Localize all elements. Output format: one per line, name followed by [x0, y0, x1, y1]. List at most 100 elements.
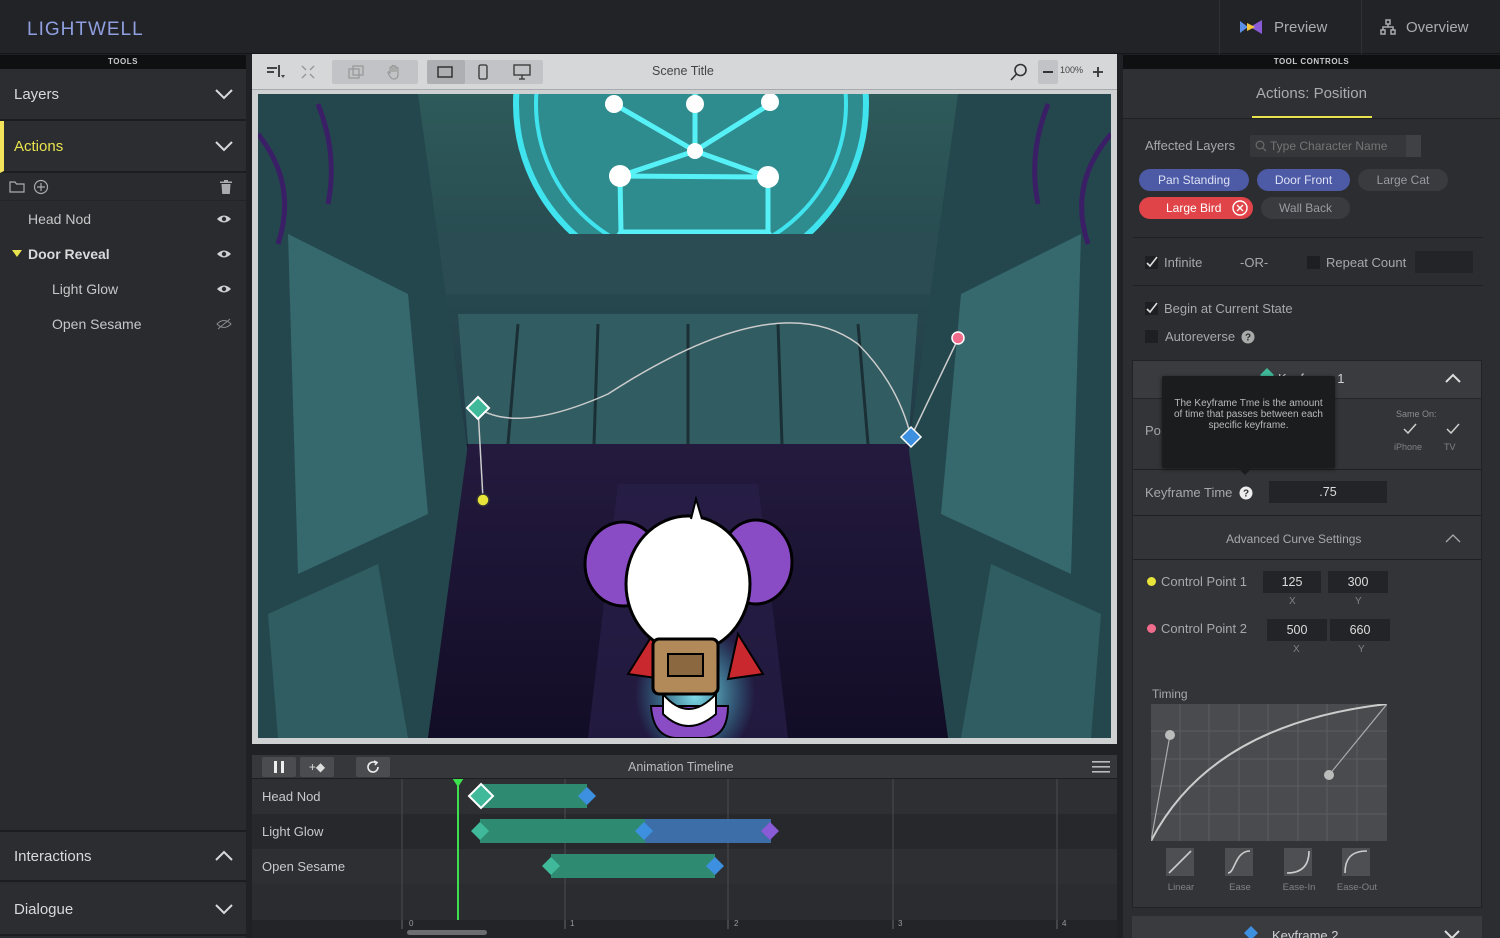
layer-chip[interactable]: Wall Back — [1261, 197, 1350, 219]
character-search-field[interactable] — [1250, 135, 1421, 157]
preset-label: Ease — [1229, 882, 1251, 893]
svg-text:?: ? — [1245, 333, 1251, 344]
action-item-content: Head Nod — [28, 211, 91, 227]
infinite-label: Infinite — [1164, 255, 1203, 270]
remove-icon[interactable] — [1232, 200, 1248, 216]
menu-icon[interactable] — [1092, 761, 1110, 773]
infinite-checkbox[interactable] — [1145, 256, 1158, 269]
autoreverse-checkbox[interactable] — [1145, 330, 1158, 343]
eye-off-icon[interactable] — [216, 318, 232, 330]
layer-chip-selected[interactable]: Large Bird — [1139, 197, 1253, 219]
cp2-y-input[interactable]: 660 — [1330, 619, 1390, 641]
or-label: -OR- — [1240, 255, 1269, 270]
tick-label: 3 — [898, 919, 903, 928]
pause-button[interactable] — [262, 757, 296, 777]
actions-section-header[interactable]: Actions — [0, 121, 246, 173]
chevron-up-icon[interactable] — [1445, 533, 1461, 543]
action-item-label: Head Nod — [28, 210, 92, 227]
preview-icon — [1238, 17, 1264, 37]
same-on-label: Same On: — [1396, 409, 1437, 419]
linear-preset-button[interactable] — [1166, 848, 1194, 876]
stepper-icon[interactable] — [1406, 135, 1421, 157]
keyframe-time-tooltip: The Keyframe Tme is the amount of time t… — [1162, 376, 1335, 475]
overview-button[interactable]: Overview — [1361, 0, 1500, 54]
dialogue-section-header[interactable]: Dialogue — [0, 884, 246, 936]
panel-title: Actions: Position — [1256, 85, 1367, 102]
actions-toolbar — [0, 173, 246, 201]
keyframe-time-input[interactable]: .75 — [1269, 481, 1387, 503]
timeline-title: Animation Timeline — [628, 760, 734, 774]
begin-current-checkbox[interactable] — [1145, 302, 1158, 315]
chevron-up-icon[interactable] — [1445, 373, 1461, 383]
cp1-y-input[interactable]: 300 — [1328, 571, 1388, 593]
repeat-count-input[interactable] — [1415, 251, 1473, 273]
scene-title: Scene Title — [652, 64, 714, 78]
preview-button[interactable]: Preview — [1219, 0, 1360, 54]
phone-icon[interactable] — [478, 64, 488, 80]
cp1-x-input[interactable]: 125 — [1263, 571, 1321, 593]
preset-label: Linear — [1167, 882, 1195, 893]
actions-section-label: Actions — [14, 137, 64, 155]
align-menu-button[interactable] — [260, 60, 290, 84]
add-keyframe-button[interactable]: +◆ — [300, 757, 334, 777]
keyframe-2-header[interactable]: Keyframe 2 — [1132, 916, 1482, 938]
zoom-in-button[interactable] — [1088, 60, 1108, 84]
tick-label: 1 — [570, 919, 575, 928]
tool-controls-panel: TOOL CONTROLS Actions: Position Affected… — [1123, 55, 1500, 938]
layer-chip[interactable]: Pan Standing — [1139, 169, 1249, 191]
divider — [1133, 285, 1483, 286]
help-icon[interactable]: ? — [1239, 486, 1253, 500]
control-point-2-dot — [1147, 624, 1156, 633]
repeat-count-checkbox[interactable] — [1307, 256, 1320, 269]
chevron-down-icon — [214, 88, 234, 100]
cp2-x-input[interactable]: 500 — [1267, 619, 1327, 641]
interactions-section-header[interactable]: Interactions — [0, 830, 246, 882]
search-icon[interactable] — [1010, 63, 1028, 81]
add-action-icon[interactable] — [33, 179, 49, 195]
action-item[interactable]: Head Nod — [0, 201, 246, 236]
monitor-icon[interactable] — [513, 64, 531, 80]
ease-preset-button[interactable] — [1225, 848, 1253, 876]
zoom-out-button[interactable] — [1038, 60, 1058, 84]
check-icon[interactable] — [1446, 423, 1460, 435]
tools-header: TOOLS — [0, 55, 246, 69]
action-item[interactable]: Door Reveal — [0, 236, 246, 271]
action-item[interactable]: Light Glow — [0, 271, 246, 306]
action-item-content: Open Sesame — [52, 316, 142, 332]
action-item[interactable]: Open Sesame — [0, 306, 246, 341]
timing-curve-editor[interactable] — [1151, 704, 1387, 841]
chevron-down-icon[interactable] — [1444, 930, 1460, 938]
layers-copy-icon[interactable] — [348, 65, 364, 79]
layer-chip[interactable]: Large Cat — [1358, 169, 1448, 191]
eye-icon[interactable] — [216, 214, 232, 224]
character-search-input[interactable] — [1270, 138, 1400, 154]
chevron-up-icon — [214, 850, 234, 862]
layer-chip[interactable]: Door Front — [1257, 169, 1350, 191]
check-icon[interactable] — [1403, 423, 1417, 435]
top-bar: LIGHTWELL Preview Overview — [0, 0, 1500, 54]
x-axis-label: X — [1293, 644, 1300, 655]
ease-out-preset-button[interactable] — [1342, 848, 1370, 876]
fit-button[interactable] — [296, 60, 320, 84]
trash-icon[interactable] — [220, 179, 232, 194]
hand-icon[interactable] — [386, 64, 402, 80]
x-axis-label: X — [1289, 596, 1296, 607]
loop-button[interactable] — [356, 757, 390, 777]
scene-preview[interactable] — [258, 94, 1111, 738]
layers-section-header[interactable]: Layers — [0, 69, 246, 121]
ease-in-preset-button[interactable] — [1284, 848, 1312, 876]
refresh-icon — [366, 760, 380, 774]
animation-timeline: +◆ Animation Timeline Head Nod Light Glo… — [252, 755, 1117, 938]
expand-triangle-icon[interactable] — [12, 250, 22, 257]
frame-icon[interactable] — [437, 66, 453, 78]
folder-icon[interactable] — [9, 180, 25, 193]
help-icon[interactable]: ? — [1241, 330, 1255, 344]
divider — [1133, 559, 1481, 560]
search-icon — [1255, 140, 1267, 152]
interactions-section-label: Interactions — [14, 847, 92, 865]
chevron-down-icon — [214, 140, 234, 152]
scene-canvas-area: Scene Title 100% — [252, 54, 1117, 744]
eye-icon[interactable] — [216, 249, 232, 259]
layers-section-label: Layers — [14, 85, 60, 103]
eye-icon[interactable] — [216, 284, 232, 294]
